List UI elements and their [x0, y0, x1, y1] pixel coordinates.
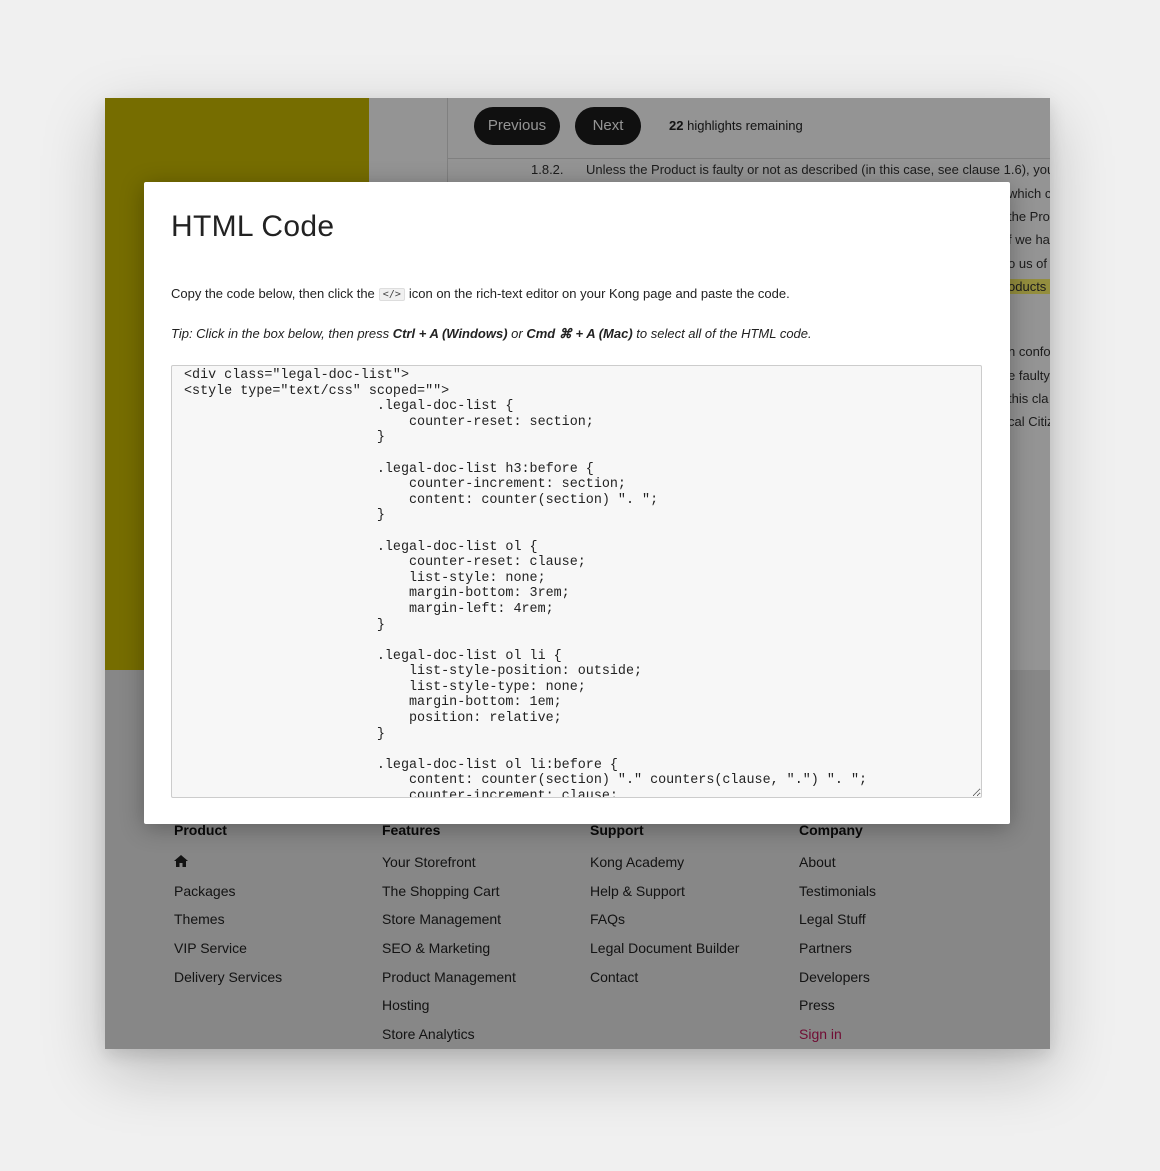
code-icon: </>	[378, 288, 405, 301]
modal-title: HTML Code	[171, 210, 335, 243]
html-code-modal: HTML Code Copy the code below, then clic…	[144, 182, 1010, 824]
select-all-tip: Tip: Click in the box below, then press …	[171, 326, 812, 342]
tip-prefix: Tip: Click in the box below, then press	[171, 326, 393, 341]
tip-or: or	[507, 326, 527, 341]
instructions-before: Copy the code below, then click the	[171, 286, 375, 301]
html-code-textarea[interactable]: <div class="legal-doc-list"> <style type…	[171, 365, 982, 798]
instructions-after: icon on the rich-text editor on your Kon…	[408, 286, 790, 301]
tip-suffix: to select all of the HTML code.	[632, 326, 812, 341]
tip-mac-keys: Cmd ⌘ + A (Mac)	[526, 326, 633, 341]
tip-windows-keys: Ctrl + A (Windows)	[392, 326, 508, 341]
copy-instructions: Copy the code below, then click the </> ic…	[171, 286, 790, 301]
